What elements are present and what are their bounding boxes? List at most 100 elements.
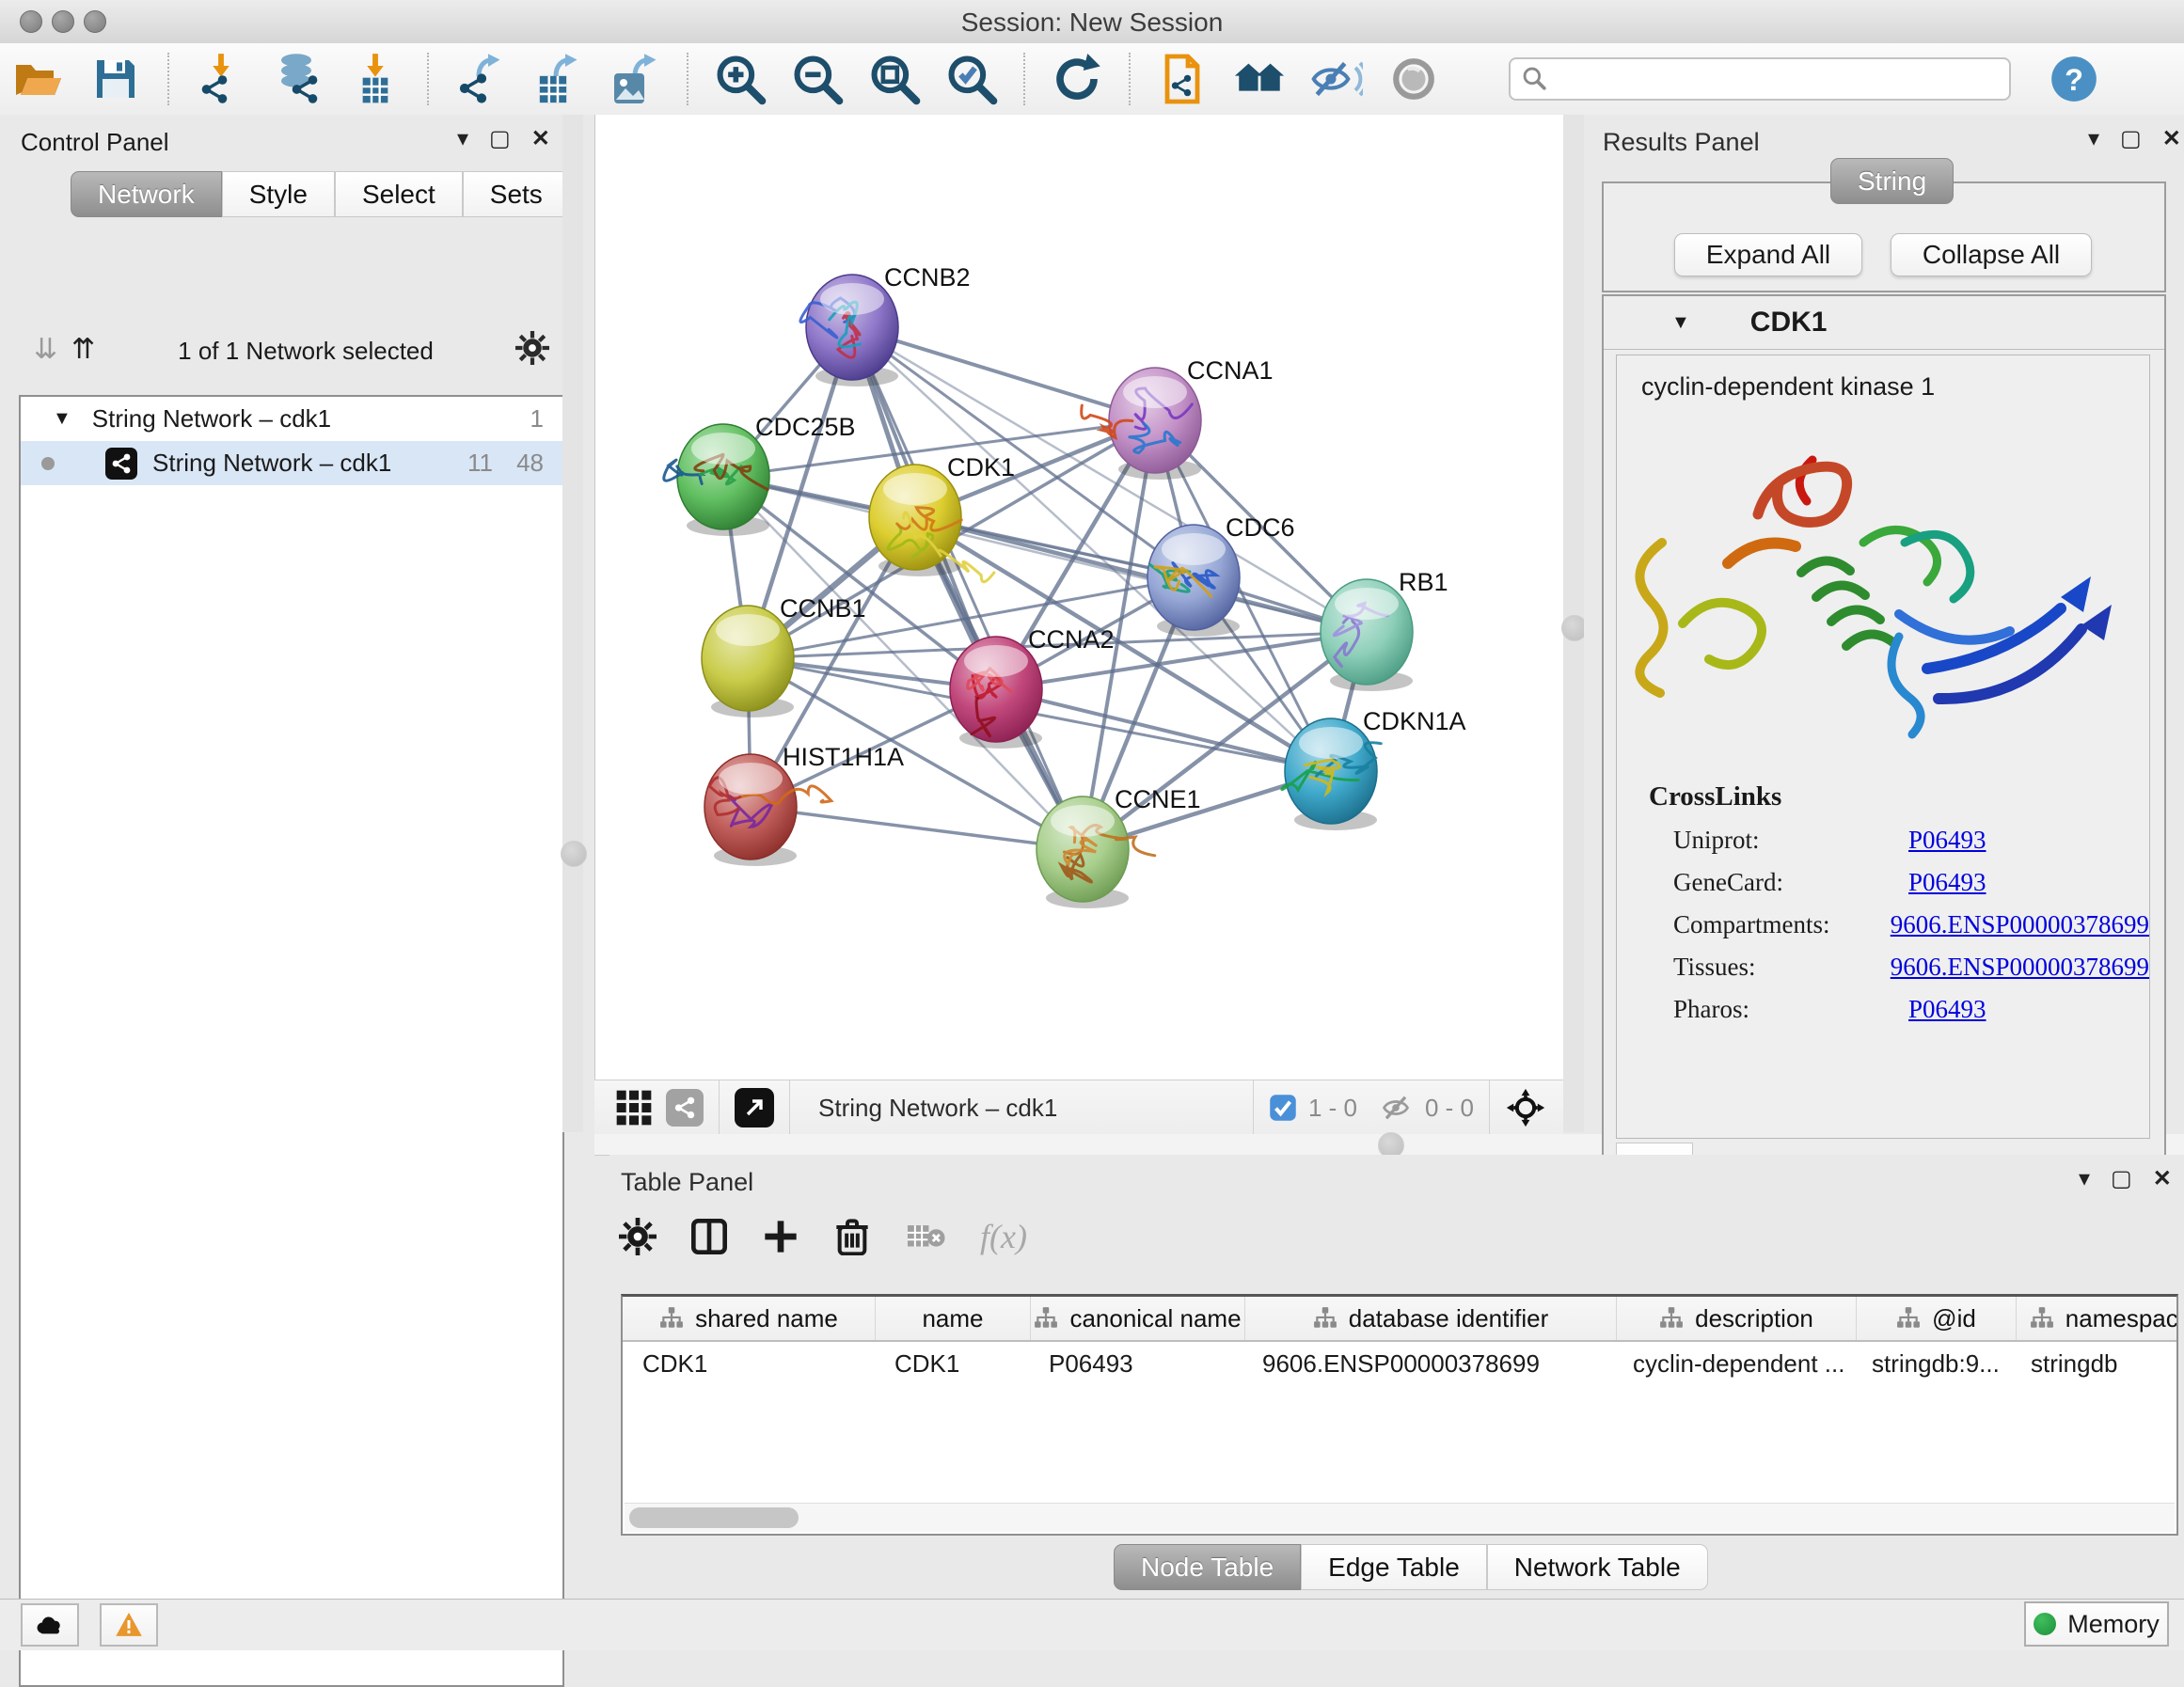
function-builder-icon[interactable]: f(x) [980, 1217, 1027, 1256]
expand-all-button[interactable]: Expand All [1674, 233, 1862, 276]
crosslink-link[interactable]: 9606.ENSP00000378699 [1891, 910, 2149, 939]
add-column-icon[interactable] [762, 1218, 799, 1255]
tab-edge-table[interactable]: Edge Table [1301, 1544, 1487, 1590]
import-table-file-icon[interactable] [346, 50, 404, 108]
left-splitter-grip[interactable] [561, 841, 587, 867]
crosslink-link[interactable]: P06493 [1908, 826, 1986, 855]
scrollbar-thumb[interactable] [629, 1507, 799, 1528]
collapse-all-button[interactable]: Collapse All [1891, 233, 2092, 276]
hidden-eye-icon[interactable] [1380, 1094, 1412, 1122]
table-horizontal-scrollbar[interactable] [625, 1503, 2175, 1532]
zoom-in-icon[interactable] [711, 50, 769, 108]
share-document-icon[interactable] [1153, 50, 1211, 108]
column-header[interactable]: @id [1857, 1297, 2017, 1340]
tab-network-table[interactable]: Network Table [1487, 1544, 1708, 1590]
zoom-selected-icon[interactable] [942, 50, 1001, 108]
section-expander-icon[interactable]: ▼ [1671, 312, 1690, 334]
import-network-database-icon[interactable] [269, 50, 327, 108]
collapse-all-icon[interactable]: ⇊ [34, 333, 57, 366]
network-collection-row[interactable]: ▼ String Network – cdk1 1 [21, 397, 562, 441]
show-hide-graphics-icon[interactable] [1307, 50, 1366, 108]
home-pages-icon[interactable] [1230, 50, 1289, 108]
column-header[interactable]: canonical name [1031, 1297, 1245, 1340]
table-cell[interactable]: 9606.ENSP00000378699 [1242, 1342, 1613, 1385]
network-node[interactable]: CCNB2 [800, 263, 971, 386]
warnings-button[interactable] [100, 1603, 158, 1647]
network-node[interactable]: CDKN1A [1282, 707, 1466, 830]
import-network-file-icon[interactable] [192, 50, 250, 108]
tab-string[interactable]: String [1830, 158, 1954, 204]
tab-node-table[interactable]: Node Table [1114, 1544, 1301, 1590]
panel-close-icon[interactable]: ✕ [2153, 1168, 2172, 1190]
column-header-label: @id [1932, 1304, 1976, 1333]
delete-table-icon[interactable] [905, 1221, 946, 1253]
help-icon[interactable]: ? [2045, 50, 2103, 108]
right-splitter[interactable] [1563, 115, 1584, 1132]
panel-float-icon[interactable]: ▢ [489, 128, 511, 150]
panel-menu-icon[interactable]: ▾ [2079, 1168, 2090, 1190]
search-input[interactable] [1509, 57, 2011, 101]
network-node-count: 11 [467, 449, 493, 478]
table-cell[interactable]: CDK1 [623, 1342, 875, 1385]
tab-sets[interactable]: Sets [463, 171, 570, 217]
network-node[interactable]: CCNB1 [702, 594, 866, 717]
panel-menu-icon[interactable]: ▾ [2088, 128, 2099, 150]
zoom-out-icon[interactable] [788, 50, 847, 108]
panel-close-icon[interactable]: ✕ [2162, 128, 2181, 150]
zoom-fit-icon[interactable] [865, 50, 924, 108]
table-cell[interactable]: cyclin-dependent ... [1613, 1342, 1852, 1385]
table-cell[interactable]: stringdb:9... [1852, 1342, 2011, 1385]
birdseye-toggle-icon[interactable] [1385, 50, 1443, 108]
delete-column-icon[interactable] [833, 1218, 871, 1255]
open-in-window-icon[interactable] [735, 1088, 774, 1127]
network-node[interactable]: CCNA2 [950, 625, 1115, 749]
network-row[interactable]: String Network – cdk1 11 48 [21, 441, 562, 485]
refresh-layout-icon[interactable] [1048, 50, 1106, 108]
column-header[interactable]: description [1617, 1297, 1857, 1340]
table-cell[interactable]: P06493 [1029, 1342, 1242, 1385]
column-header[interactable]: database identifier [1245, 1297, 1617, 1340]
selected-checkbox-icon[interactable] [1269, 1094, 1297, 1122]
column-header[interactable]: namespace [2017, 1297, 2178, 1340]
automation-cloud-button[interactable] [21, 1603, 79, 1647]
table-row[interactable]: CDK1CDK1P064939606.ENSP00000378699cyclin… [623, 1342, 2176, 1385]
expand-all-icon[interactable]: ⇈ [71, 333, 95, 366]
crosslink-link[interactable]: 9606.ENSP00000378699 [1891, 953, 2149, 982]
network-node[interactable]: CCNE1 [1037, 785, 1201, 908]
network-node[interactable]: HIST1H1A [704, 743, 904, 866]
tab-style[interactable]: Style [222, 171, 335, 217]
network-canvas[interactable]: CCNB2CCNA1CDC25BCDK1CDC6RB1CCNB1CCNA2CDK… [594, 115, 1564, 1080]
gene-section-header[interactable]: ▼ CDK1 [1604, 296, 2164, 350]
table-cell[interactable]: CDK1 [875, 1342, 1029, 1385]
save-session-icon[interactable] [87, 50, 145, 108]
open-session-icon[interactable] [9, 50, 68, 108]
panel-float-icon[interactable]: ▢ [2111, 1168, 2132, 1190]
fit-content-crosshair-icon[interactable] [1505, 1087, 1546, 1128]
crosslink-row: Uniprot:P06493 [1673, 826, 2149, 855]
tab-network[interactable]: Network [71, 171, 222, 217]
left-splitter[interactable] [562, 115, 583, 1132]
birdseye-grid-icon[interactable] [615, 1089, 653, 1127]
table-cell[interactable]: stringdb [2011, 1342, 2178, 1385]
panel-close-icon[interactable]: ✕ [531, 128, 550, 150]
export-table-icon[interactable] [529, 50, 587, 108]
export-image-icon[interactable] [606, 50, 664, 108]
table-options-gear-icon[interactable] [619, 1218, 657, 1255]
column-header[interactable]: shared name [623, 1297, 876, 1340]
export-network-icon[interactable] [451, 50, 510, 108]
column-header[interactable]: name [876, 1297, 1031, 1340]
memory-button[interactable]: Memory [2024, 1601, 2169, 1647]
network-node[interactable]: CDC25B [664, 413, 856, 536]
panel-menu-icon[interactable]: ▾ [457, 128, 468, 150]
show-columns-icon[interactable] [690, 1218, 728, 1255]
network-label: String Network – cdk1 [152, 449, 391, 478]
crosslink-link[interactable]: P06493 [1908, 995, 1986, 1024]
network-node[interactable]: RB1 [1321, 568, 1448, 691]
panel-float-icon[interactable]: ▢ [2120, 128, 2142, 150]
tab-select[interactable]: Select [335, 171, 463, 217]
tree-expander-icon[interactable]: ▼ [53, 408, 71, 430]
network-node[interactable]: CCNA1 [1082, 356, 1274, 480]
network-options-gear-icon[interactable] [515, 331, 549, 365]
crosslink-link[interactable]: P06493 [1908, 868, 1986, 897]
string-view-icon[interactable] [666, 1089, 704, 1127]
